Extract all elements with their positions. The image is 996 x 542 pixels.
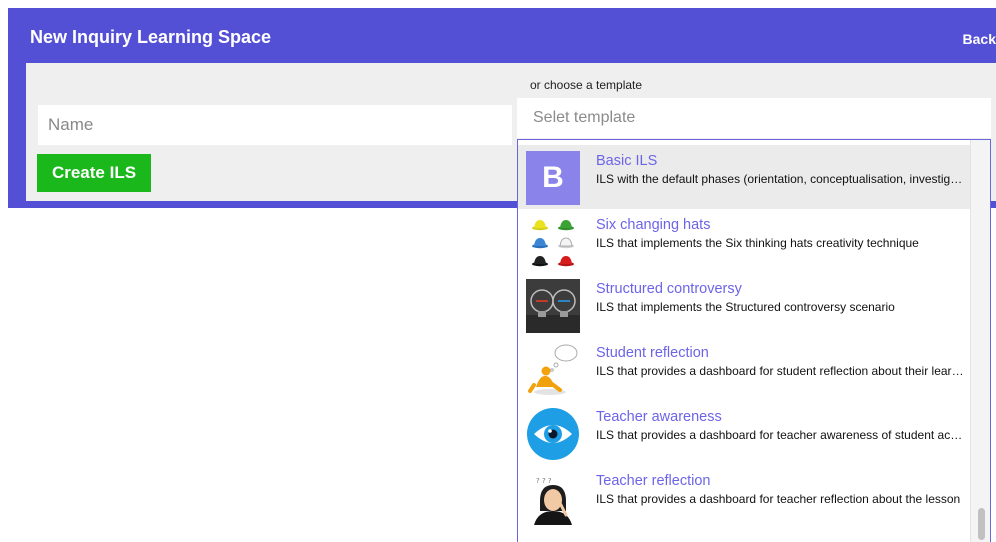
ils-name-input[interactable] bbox=[38, 105, 512, 145]
template-name: Student reflection bbox=[596, 345, 709, 361]
template-option-teacher-awareness[interactable]: Teacher awareness ILS that provides a da… bbox=[518, 401, 970, 465]
template-name: Basic ILS bbox=[596, 153, 658, 169]
svg-text:? ? ?: ? ? ? bbox=[536, 477, 552, 485]
page-title: New Inquiry Learning Space bbox=[30, 27, 272, 47]
thinking-woman-icon: ? ? ? bbox=[526, 471, 580, 525]
template-option-teacher-reflection[interactable]: ? ? ? Teacher reflection ILS that provid… bbox=[518, 465, 970, 529]
template-option-structured-controversy[interactable]: Structured controversy ILS that implemen… bbox=[518, 273, 970, 337]
letter-b-icon: B bbox=[526, 151, 580, 205]
template-select[interactable]: Selet template bbox=[517, 98, 991, 138]
template-option-six-changing-hats[interactable]: Six changing hats ILS that implements th… bbox=[518, 209, 970, 273]
template-option-student-reflection[interactable]: Student reflection ILS that provides a d… bbox=[518, 337, 970, 401]
eye-icon bbox=[526, 407, 580, 461]
template-hint: or choose a template bbox=[530, 78, 643, 92]
template-dropdown: B Basic ILS ILS with the default phases … bbox=[517, 139, 991, 542]
template-name: Structured controversy bbox=[596, 281, 742, 297]
dropdown-scrollbar[interactable] bbox=[970, 140, 990, 542]
template-description: ILS that provides a dashboard for teache… bbox=[596, 492, 961, 506]
template-description: ILS that provides a dashboard for studen… bbox=[596, 364, 964, 378]
scrollbar-thumb[interactable] bbox=[978, 508, 985, 540]
template-name: Teacher awareness bbox=[596, 409, 722, 425]
template-description: ILS that implements the Structured contr… bbox=[596, 300, 895, 314]
six-hats-icon bbox=[526, 215, 580, 269]
template-description: ILS that provides a dashboard for teache… bbox=[596, 428, 964, 442]
template-name: Six changing hats bbox=[596, 217, 711, 233]
template-description: ILS with the default phases (orientation… bbox=[596, 172, 964, 186]
template-option-basic-ils[interactable]: B Basic ILS ILS with the default phases … bbox=[518, 145, 970, 209]
create-ils-button[interactable]: Create ILS bbox=[37, 154, 151, 192]
template-description: ILS that implements the Six thinking hat… bbox=[596, 236, 919, 250]
template-name: Teacher reflection bbox=[596, 473, 711, 489]
lightbulbs-icon bbox=[526, 279, 580, 333]
thinking-figure-icon bbox=[526, 343, 580, 397]
back-link[interactable]: Back bbox=[963, 31, 996, 47]
